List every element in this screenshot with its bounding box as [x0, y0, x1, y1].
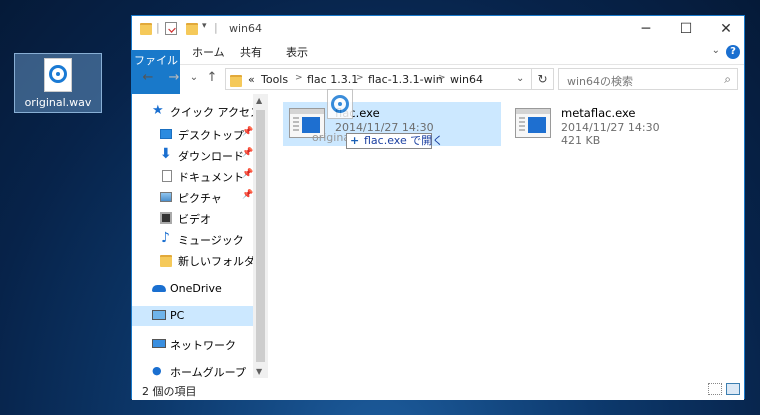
breadcrumb-separator[interactable]: > [295, 73, 303, 83]
nav-item-videos[interactable]: ビデオ [132, 208, 253, 228]
nav-item-label: ダウンロード [178, 150, 244, 163]
drop-tooltip-text: flac.exe で開く [364, 134, 444, 147]
title-separator: | [214, 21, 218, 34]
nav-item-desktop[interactable]: デスクトップ 📌 [132, 124, 253, 144]
nav-scrollbar[interactable]: ▲ ▼ [253, 94, 268, 378]
disc-icon [331, 95, 349, 113]
address-bar[interactable]: « Tools > flac 1.3.1 > flac-1.3.1-win > … [225, 68, 532, 90]
desktop-icon-label: original.wav [24, 96, 92, 109]
audio-file-icon [44, 58, 72, 92]
breadcrumb-tools[interactable]: Tools [261, 73, 288, 86]
tab-view[interactable]: 表示 [276, 42, 318, 64]
window-title: win64 [229, 22, 263, 35]
pin-icon: 📌 [242, 190, 254, 200]
address-dropdown-icon[interactable]: ⌄ [516, 73, 524, 84]
tab-home[interactable]: ホーム [182, 42, 235, 64]
nav-item-downloads[interactable]: ⬇ ダウンロード 📌 [132, 145, 253, 165]
pin-icon: 📌 [242, 127, 254, 137]
pin-icon: 📌 [242, 169, 254, 179]
folder-icon [160, 255, 172, 267]
nav-item-label: OneDrive [170, 282, 222, 295]
nav-item-label: デスクトップ [178, 129, 244, 142]
homegroup-icon: ● [152, 364, 162, 377]
nav-item-pc[interactable]: PC [132, 306, 253, 326]
details-view-icon[interactable] [708, 383, 722, 395]
star-icon: ★ [152, 103, 164, 118]
folder-icon [140, 23, 152, 35]
tab-share[interactable]: 共有 [230, 42, 272, 64]
new-folder-icon[interactable] [186, 23, 198, 35]
status-bar: 2 個の項目 [132, 378, 744, 400]
nav-item-quick-access[interactable]: ★ クイック アクセス [132, 101, 261, 121]
nav-item-onedrive[interactable]: OneDrive [132, 279, 253, 299]
breadcrumb-overflow[interactable]: « [248, 73, 255, 86]
search-placeholder: win64の検索 [567, 75, 634, 88]
plus-icon: + [350, 134, 360, 147]
nav-item-label: ミュージック [178, 234, 244, 247]
desktop-icon [160, 129, 172, 139]
nav-item-label: PC [170, 309, 185, 322]
desktop-icon-original-wav[interactable]: original.wav [14, 53, 102, 113]
maximize-button[interactable]: ☐ [666, 16, 706, 42]
item-count: 2 個の項目 [142, 385, 197, 398]
forward-button[interactable]: → [166, 70, 182, 86]
breadcrumb-separator[interactable]: > [438, 73, 446, 83]
properties-icon[interactable] [165, 22, 177, 35]
scroll-up-arrow-icon[interactable]: ▲ [256, 96, 262, 105]
nav-item-label: ビデオ [178, 213, 211, 226]
back-button[interactable]: ← [140, 70, 156, 86]
disc-icon [49, 65, 67, 83]
picture-icon [160, 192, 172, 202]
drag-ghost-audio-icon [325, 89, 355, 123]
nav-item-network[interactable]: ネットワーク [132, 334, 253, 354]
title-bar[interactable]: | ▾ | win64 ─ ☐ ✕ [132, 16, 744, 42]
file-size: 421 KB [561, 134, 601, 147]
drop-tooltip: + flac.exe で開く [346, 133, 443, 149]
up-button[interactable]: ↑ [204, 70, 220, 86]
explorer-window: | ▾ | win64 ─ ☐ ✕ ファイル ホーム 共有 表示 ⌄ ? ← →… [131, 15, 745, 400]
help-icon[interactable]: ? [726, 45, 740, 59]
network-icon [152, 339, 166, 348]
scrollbar-thumb[interactable] [256, 110, 265, 362]
music-icon: ♪ [161, 230, 170, 246]
breadcrumb-separator[interactable]: > [356, 73, 364, 83]
close-button[interactable]: ✕ [706, 16, 746, 42]
nav-item-label: ドキュメント [178, 171, 244, 184]
file-item-metaflac[interactable]: metaflac.exe 2014/11/27 14:30 421 KB [509, 102, 727, 147]
file-date: 2014/11/27 14:30 [561, 121, 660, 134]
pc-icon [152, 310, 166, 320]
search-icon: ⌕ [724, 72, 731, 86]
nav-item-label: クイック アクセス [170, 106, 261, 119]
nav-item-music[interactable]: ♪ ミュージック [132, 229, 253, 249]
download-icon: ⬇ [160, 146, 172, 162]
breadcrumb-flac-win[interactable]: flac-1.3.1-win [368, 73, 443, 86]
breadcrumb-win64[interactable]: win64 [450, 73, 483, 86]
navigation-bar: ← → ⌄ ↑ « Tools > flac 1.3.1 > flac-1.3.… [132, 65, 744, 93]
quick-access-separator: | [156, 21, 160, 34]
nav-item-documents[interactable]: ドキュメント 📌 [132, 166, 253, 186]
video-icon [160, 212, 172, 224]
recent-locations-chevron-icon[interactable]: ⌄ [186, 70, 202, 86]
search-box[interactable]: win64の検索 ⌕ [558, 68, 738, 90]
file-name: metaflac.exe [561, 106, 636, 120]
document-icon [162, 170, 172, 182]
nav-item-new-folder[interactable]: 新しいフォルダー [132, 250, 266, 270]
exe-file-icon [515, 108, 551, 138]
minimize-button[interactable]: ─ [626, 16, 666, 42]
refresh-button[interactable]: ↻ [532, 68, 554, 90]
breadcrumb-flac[interactable]: flac 1.3.1 [307, 73, 358, 86]
large-icons-view-icon[interactable] [726, 383, 740, 395]
scroll-down-arrow-icon[interactable]: ▼ [256, 367, 262, 376]
nav-item-label: ネットワーク [170, 339, 236, 352]
nav-item-pictures[interactable]: ピクチャ 📌 [132, 187, 253, 207]
address-folder-icon [230, 75, 242, 87]
ribbon-expand-chevron-icon[interactable]: ⌄ [712, 45, 720, 56]
pin-icon: 📌 [242, 148, 254, 158]
navigation-pane: ★ クイック アクセス デスクトップ 📌 ⬇ ダウンロード 📌 ドキュメント 📌… [132, 94, 268, 379]
ribbon-tabs: ファイル ホーム 共有 表示 ⌄ ? [132, 42, 744, 94]
nav-item-label: ピクチャ [178, 192, 222, 205]
customize-quick-access-icon[interactable]: ▾ [202, 21, 207, 31]
cloud-icon [152, 285, 166, 292]
